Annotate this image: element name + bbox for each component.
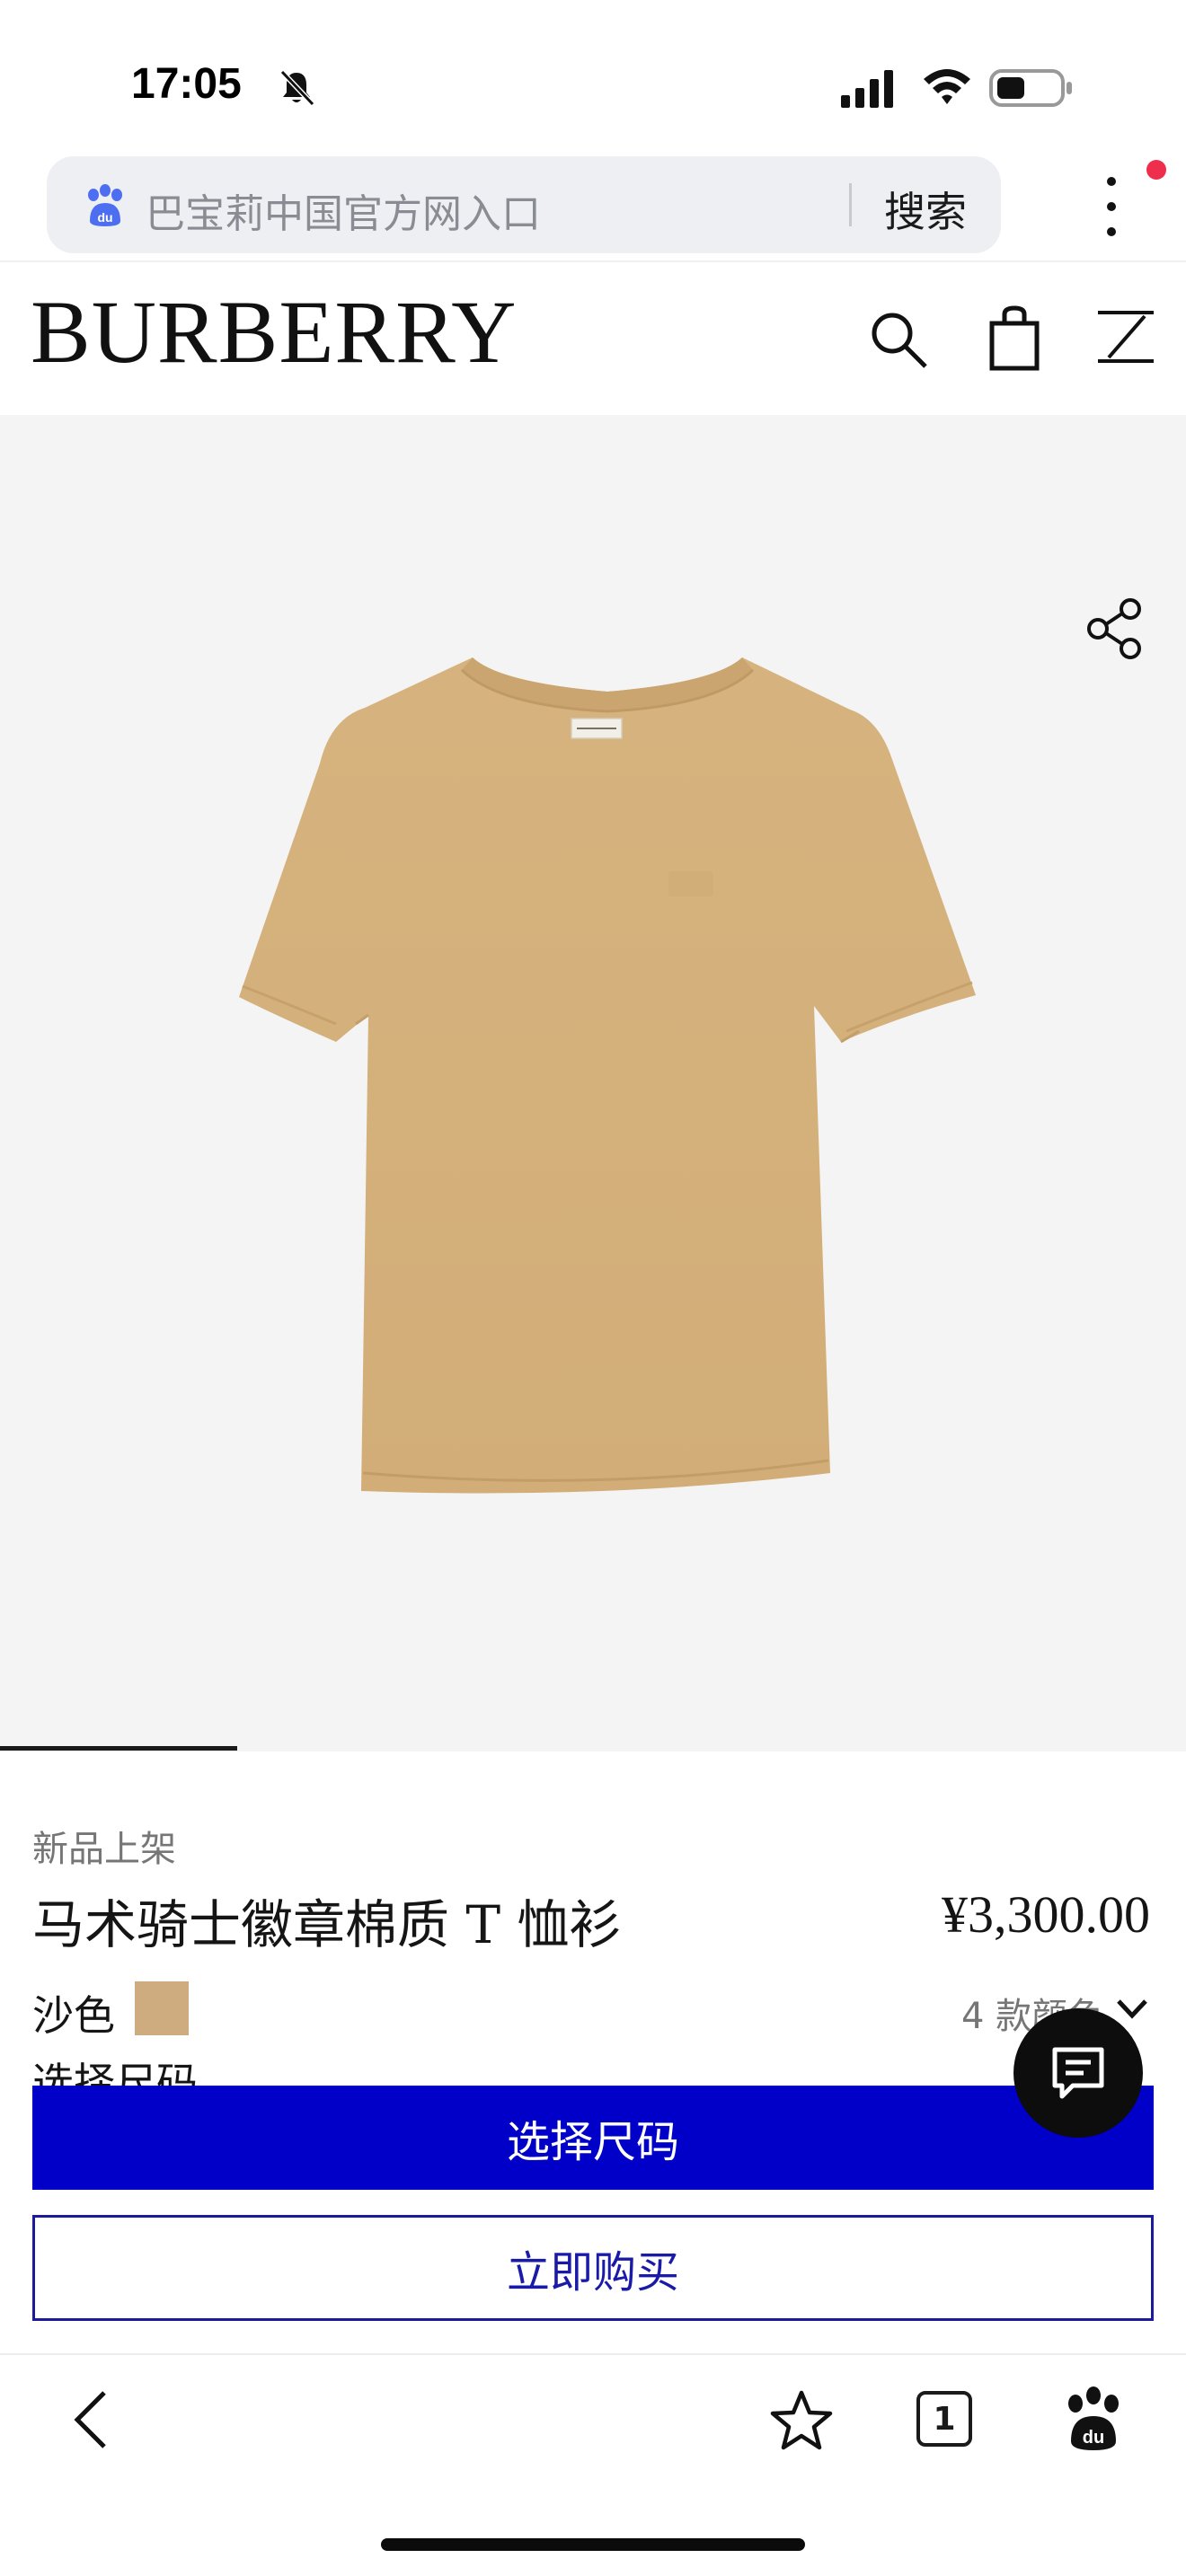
star-icon[interactable] (769, 2389, 834, 2452)
battery-icon (989, 69, 1072, 107)
tabs-button[interactable]: 1 (916, 2391, 972, 2447)
search-input[interactable]: 巴宝莉中国官方网入口 (146, 181, 541, 239)
home-indicator (381, 2538, 805, 2551)
baidu-paw-icon: du (88, 184, 122, 226)
product-name: 马术骑士徽章棉质 T 恤衫 (32, 1894, 622, 1955)
size-label: 选择尺码 (32, 2062, 302, 2086)
product-price: ¥3,300.00 (942, 1885, 1150, 1944)
product-tag: 新品上架 (32, 1829, 176, 1870)
divider (0, 2353, 1186, 2355)
more-vertical-icon[interactable] (1096, 171, 1127, 243)
svg-text:du: du (1083, 2428, 1104, 2448)
search-button[interactable]: 搜索 (884, 180, 967, 239)
baidu-paw-icon[interactable]: du (1062, 2386, 1125, 2452)
chat-button[interactable] (1013, 2008, 1143, 2138)
product-photo-tshirt (239, 657, 976, 1494)
chat-icon (1052, 2047, 1104, 2099)
browser-search-bar[interactable]: du 巴宝莉中国官方网入口 搜索 (47, 156, 1001, 253)
bell-slash-icon (279, 69, 315, 107)
status-bar: 17:05 (0, 0, 1186, 153)
menu-icon[interactable] (1096, 309, 1155, 366)
signal-icon (841, 70, 893, 108)
divider (0, 260, 1186, 262)
color-swatch[interactable] (135, 1981, 189, 2035)
wifi-icon (924, 69, 970, 104)
notification-dot (1146, 160, 1166, 180)
search-divider (849, 183, 852, 226)
select-size-button[interactable]: 选择尺码 (32, 2086, 1154, 2190)
svg-text:du: du (97, 210, 112, 225)
shopping-bag-icon[interactable] (988, 305, 1040, 372)
back-icon[interactable] (68, 2387, 113, 2452)
color-name: 沙色 (32, 1991, 115, 2040)
share-icon[interactable] (1085, 596, 1145, 661)
gallery-progress-indicator (0, 1746, 237, 1751)
search-icon[interactable] (868, 309, 931, 372)
status-time: 17:05 (131, 60, 242, 108)
chevron-down-icon[interactable] (1114, 1996, 1150, 2021)
buy-now-button[interactable]: 立即购买 (32, 2215, 1154, 2321)
brand-logo[interactable]: BURBERRY (31, 287, 518, 377)
